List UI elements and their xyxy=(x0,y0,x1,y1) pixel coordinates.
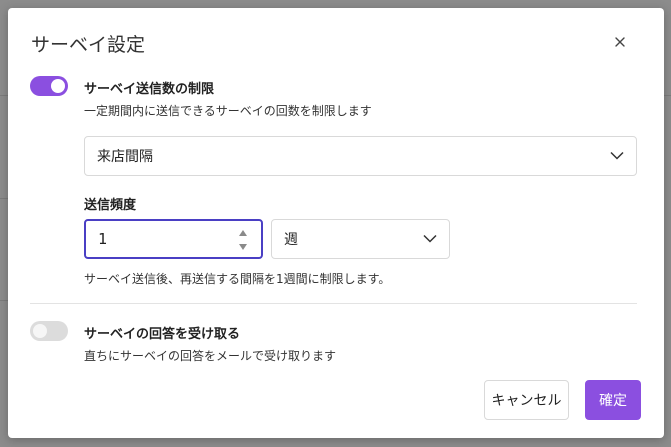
period-select[interactable]: 週 xyxy=(271,219,450,259)
dialog-title: サーベイ設定 xyxy=(31,34,146,56)
limit-description: 一定期間内に送信できるサーベイの回数を制限します xyxy=(84,104,372,118)
backdrop-divider xyxy=(664,95,671,96)
chevron-down-icon xyxy=(423,234,437,243)
frequency-label: 送信頻度 xyxy=(84,198,137,213)
frequency-summary: サーベイ送信後、再送信する間隔を1週間に制限します。 xyxy=(84,272,391,286)
period-select-value: 週 xyxy=(284,232,298,248)
cancel-button[interactable]: キャンセル xyxy=(484,380,569,420)
basis-select[interactable]: 来店間隔 xyxy=(84,136,637,176)
stepper-icon[interactable] xyxy=(237,227,249,253)
section-divider xyxy=(30,303,637,304)
frequency-field[interactable] xyxy=(98,229,218,249)
backdrop-divider xyxy=(0,300,8,301)
backdrop-divider xyxy=(0,198,8,199)
close-icon xyxy=(615,37,625,47)
basis-select-value: 来店間隔 xyxy=(97,149,153,165)
confirm-button[interactable]: 確定 xyxy=(585,380,641,420)
toggle-knob xyxy=(33,324,47,338)
limit-label: サーベイ送信数の制限 xyxy=(84,82,215,97)
toggle-knob xyxy=(51,79,65,93)
chevron-down-icon xyxy=(610,151,624,160)
survey-settings-dialog: サーベイ設定 サーベイ送信数の制限 一定期間内に送信できるサーベイの回数を制限し… xyxy=(8,8,664,438)
frequency-number-input[interactable] xyxy=(84,219,263,259)
backdrop-divider xyxy=(0,95,8,96)
close-button[interactable] xyxy=(610,32,630,52)
reply-toggle[interactable] xyxy=(30,321,68,341)
reply-label: サーベイの回答を受け取る xyxy=(84,327,241,342)
limit-toggle[interactable] xyxy=(30,76,68,96)
reply-description: 直ちにサーベイの回答をメールで受け取ります xyxy=(84,349,337,363)
